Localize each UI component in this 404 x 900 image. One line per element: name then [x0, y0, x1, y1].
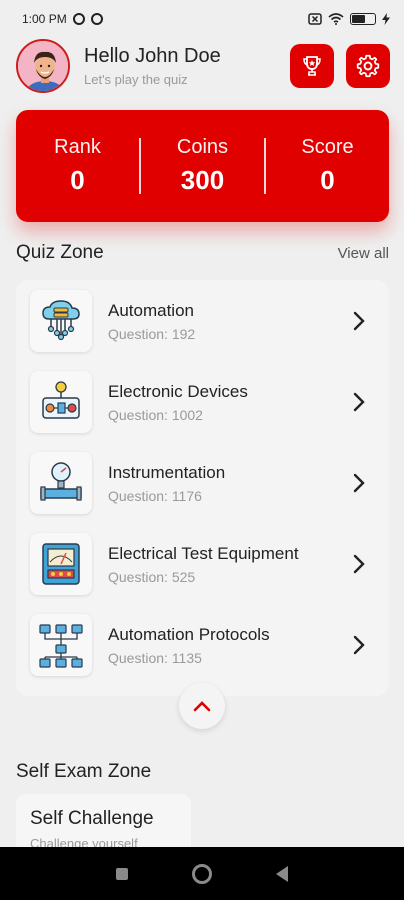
- view-all-link[interactable]: View all: [338, 245, 389, 262]
- coins-stat: Coins 300: [141, 136, 264, 196]
- quiz-title: Electronic Devices: [108, 381, 248, 401]
- system-nav-bar: [0, 847, 404, 900]
- quiz-item-automation[interactable]: Automation Question: 192: [16, 282, 389, 360]
- rank-stat: Rank 0: [16, 136, 139, 196]
- rank-value: 0: [70, 165, 85, 195]
- score-stat: Score 0: [266, 136, 389, 196]
- greeting-subtitle: Let's play the quiz: [84, 72, 188, 87]
- gear-icon: [356, 54, 380, 78]
- quiz-question-count: Question: 192: [108, 325, 196, 342]
- quiz-zone-header: Quiz Zone View all: [16, 242, 389, 264]
- trophy-icon: [303, 56, 321, 76]
- avatar[interactable]: [16, 39, 70, 93]
- quiz-title: Automation: [108, 300, 194, 320]
- settings-button[interactable]: [346, 44, 390, 88]
- quiz-question-count: Question: 1002: [108, 406, 203, 423]
- quiz-list: Automation Question: 192 Electronic Devi…: [16, 280, 389, 696]
- score-label: Score: [301, 136, 354, 158]
- rank-label: Rank: [54, 136, 101, 158]
- quiz-question-count: Question: 1135: [108, 649, 202, 666]
- quiz-item-instrumentation[interactable]: Instrumentation Question: 1176: [16, 444, 389, 522]
- quiz-item-electrical-test-equipment[interactable]: Electrical Test Equipment Question: 525: [16, 525, 389, 603]
- quiz-question-count: Question: 525: [108, 568, 196, 585]
- chevron-up-icon: [193, 701, 211, 712]
- meter-icon: [30, 533, 92, 595]
- chevron-right-icon: [339, 625, 379, 665]
- status-bar: 1:00 PM: [0, 0, 404, 38]
- home-icon[interactable]: [192, 863, 212, 884]
- self-challenge-title: Self Challenge: [30, 808, 154, 829]
- battery-icon: [350, 13, 376, 25]
- chevron-right-icon: [339, 544, 379, 584]
- leaderboard-button[interactable]: [290, 44, 334, 88]
- chevron-right-icon: [339, 382, 379, 422]
- coins-label: Coins: [176, 136, 229, 158]
- self-exam-title: Self Exam Zone: [16, 761, 152, 782]
- quiz-item-electronic-devices[interactable]: Electronic Devices Question: 1002: [16, 363, 389, 441]
- whatsapp-icon: [90, 13, 103, 25]
- self-exam-header: Self Exam Zone: [16, 761, 389, 783]
- recents-icon[interactable]: [116, 867, 128, 880]
- cloud-server-icon: [30, 290, 92, 352]
- chevron-right-icon: [339, 301, 379, 341]
- network-icon: [30, 614, 92, 676]
- pressure-gauge-icon: [30, 452, 92, 514]
- wifi-icon: [328, 13, 344, 25]
- whatsapp-icon: [72, 13, 85, 25]
- quiz-title: Automation Protocols: [108, 624, 270, 644]
- charging-icon: [382, 13, 390, 25]
- greeting-text: Hello John Doe: [84, 45, 221, 67]
- chevron-right-icon: [339, 463, 379, 503]
- stats-card: Rank 0 Coins 300 Score 0: [16, 110, 389, 222]
- collapse-button[interactable]: [179, 683, 225, 729]
- coins-value: 300: [180, 165, 225, 195]
- header: Hello John Doe Let's play the quiz: [16, 38, 390, 94]
- quiz-title: Electrical Test Equipment: [108, 543, 299, 563]
- status-time: 1:00 PM: [22, 12, 67, 26]
- quiz-zone-title: Quiz Zone: [16, 242, 104, 263]
- quiz-item-automation-protocols[interactable]: Automation Protocols Question: 1135: [16, 606, 389, 684]
- close-box-icon: [308, 13, 322, 25]
- quiz-question-count: Question: 1176: [108, 487, 202, 504]
- electronic-circuit-icon: [30, 371, 92, 433]
- quiz-title: Instrumentation: [108, 462, 226, 482]
- back-icon[interactable]: [276, 865, 288, 882]
- score-value: 0: [320, 165, 335, 195]
